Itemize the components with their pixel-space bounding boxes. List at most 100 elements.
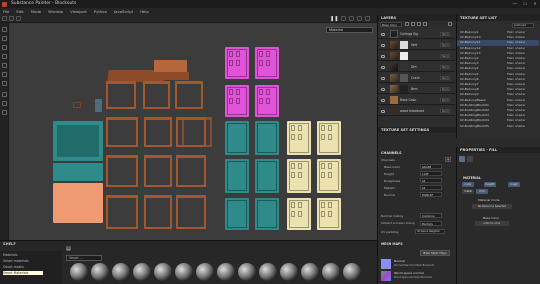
normal-mixing-select[interactable]: Combine xyxy=(420,213,442,218)
balcony-frame xyxy=(182,117,212,147)
shelf-category[interactable]: Smart masks xyxy=(3,265,24,269)
geometry-fill-icon[interactable] xyxy=(2,54,7,59)
render-icon[interactable] xyxy=(365,16,370,21)
blend-mode[interactable]: Norm xyxy=(440,32,450,36)
metal-toggle[interactable]: metal xyxy=(462,189,474,194)
add-fill-icon[interactable] xyxy=(411,22,415,26)
eye-icon[interactable] xyxy=(381,44,385,47)
channel-format[interactable]: L8 xyxy=(420,178,442,183)
menu-viewport[interactable]: Viewport xyxy=(70,8,87,15)
material-thumbnail[interactable] xyxy=(322,263,340,281)
blend-mode[interactable]: Norm xyxy=(440,65,450,69)
normal-map-thumbnail[interactable] xyxy=(381,259,391,269)
rough-toggle[interactable]: rough xyxy=(508,182,520,187)
menu-window[interactable]: Window xyxy=(48,8,63,15)
eye-icon[interactable] xyxy=(381,66,385,69)
bake-icon[interactable] xyxy=(2,101,7,106)
menu-edit[interactable]: Edit xyxy=(16,8,23,15)
shelf-category[interactable]: Materials xyxy=(3,253,18,257)
material-thumbnail[interactable] xyxy=(301,263,319,281)
material-thumbnail[interactable] xyxy=(175,263,193,281)
camera-icon[interactable] xyxy=(341,16,346,21)
eye-icon[interactable] xyxy=(381,99,385,102)
material-thumbnail[interactable] xyxy=(91,263,109,281)
shelf-category[interactable]: Smart materials xyxy=(3,259,29,263)
eraser-icon[interactable] xyxy=(2,36,7,41)
minimize-button[interactable]: — xyxy=(510,0,520,8)
color-toggle[interactable]: color xyxy=(462,182,474,187)
clone-icon[interactable] xyxy=(2,72,7,77)
mask-thumbnail xyxy=(400,63,408,71)
blend-mode[interactable]: Norm xyxy=(440,43,450,47)
uv-padding-select[interactable]: 3D Space Neighbor xyxy=(415,229,445,234)
material-thumbnail[interactable] xyxy=(70,263,88,281)
ao-mixing-select[interactable]: Multiply xyxy=(420,221,442,226)
picker-icon[interactable] xyxy=(2,81,7,86)
material-thumbnail[interactable] xyxy=(133,263,151,281)
shelf-category-selected[interactable]: Smart Materials xyxy=(3,271,43,275)
channel-format[interactable]: L16F xyxy=(420,171,442,176)
projection-tool-icon[interactable] xyxy=(16,16,21,21)
material-thumbnail[interactable] xyxy=(217,263,235,281)
play-icon[interactable]: ❚❚ xyxy=(330,16,338,22)
blend-mode[interactable]: Norm xyxy=(440,109,450,113)
brush-icon[interactable] xyxy=(2,27,7,32)
blend-mode[interactable]: Norm xyxy=(440,54,450,58)
projection-icon[interactable] xyxy=(2,45,7,50)
eye-icon[interactable] xyxy=(381,88,385,91)
paint-tool-icon[interactable] xyxy=(2,16,7,21)
close-button[interactable]: ✕ xyxy=(530,0,540,8)
menu-mode[interactable]: Mode xyxy=(31,8,41,15)
blend-mode[interactable]: Norm xyxy=(440,76,450,80)
bake-mesh-maps-button[interactable]: Bake Mesh Maps xyxy=(420,250,450,256)
shader-select[interactable]: Main shader xyxy=(507,124,535,129)
eye-icon[interactable] xyxy=(381,55,385,58)
eye-icon[interactable] xyxy=(381,77,385,80)
material-thumbnail[interactable] xyxy=(196,263,214,281)
menu-javascript[interactable]: JavaScript xyxy=(114,8,133,15)
channel-format[interactable]: sRGB8 xyxy=(420,164,442,169)
menu-help[interactable]: Help xyxy=(140,8,149,15)
world-normal-thumbnail[interactable] xyxy=(381,271,391,281)
maximize-button[interactable]: ☐ xyxy=(520,0,530,8)
folder-icon[interactable]: ▤ xyxy=(66,246,71,252)
layer-name: Base Color xyxy=(400,98,417,102)
menu-file[interactable]: File xyxy=(3,8,9,15)
add-layer-icon[interactable] xyxy=(405,22,409,26)
viewport-mode-select[interactable]: Material xyxy=(326,27,373,33)
add-channel-icon[interactable]: + xyxy=(445,157,451,162)
material-mode-select[interactable]: No Resource Selected xyxy=(472,204,512,209)
eye-icon[interactable] xyxy=(381,33,385,36)
nrm-toggle[interactable]: nrm xyxy=(476,189,488,194)
base-color-swatch[interactable]: uniform color xyxy=(475,221,509,226)
material-thumbnail[interactable] xyxy=(280,263,298,281)
smudge-icon[interactable] xyxy=(2,63,7,68)
mask-icon[interactable] xyxy=(467,156,473,162)
eye-icon[interactable] xyxy=(381,110,385,113)
preference-select[interactable]: preferred xyxy=(512,23,534,28)
add-mask-icon[interactable] xyxy=(417,22,421,26)
material-thumbnail[interactable] xyxy=(238,263,256,281)
height-toggle[interactable]: height xyxy=(484,182,496,187)
material-picker-icon[interactable] xyxy=(2,110,7,115)
blend-mode[interactable]: Norm xyxy=(440,98,450,102)
display-settings-icon[interactable] xyxy=(357,16,362,21)
material-thumbnail[interactable] xyxy=(154,263,172,281)
delete-layer-icon[interactable] xyxy=(448,22,452,26)
channel-select[interactable]: Base Color xyxy=(380,22,402,27)
channel-format[interactable]: L8 xyxy=(420,185,442,190)
screenshot-icon[interactable] xyxy=(349,16,354,21)
material-thumbnail[interactable] xyxy=(259,263,277,281)
menu-python[interactable]: Python xyxy=(94,8,107,15)
material-thumbnail[interactable] xyxy=(343,263,361,281)
fill-icon[interactable] xyxy=(459,156,465,162)
channel-name: Height xyxy=(384,172,394,176)
3d-viewport[interactable] xyxy=(9,23,377,240)
eraser-tool-icon[interactable] xyxy=(9,16,14,21)
shelf-search-input[interactable]: Smart ... xyxy=(66,255,102,261)
blend-mode[interactable]: Norm xyxy=(440,87,450,91)
polygon-fill-icon[interactable] xyxy=(2,92,7,97)
add-folder-icon[interactable] xyxy=(423,22,427,26)
channel-format[interactable]: RGB16F xyxy=(420,192,442,197)
material-thumbnail[interactable] xyxy=(112,263,130,281)
